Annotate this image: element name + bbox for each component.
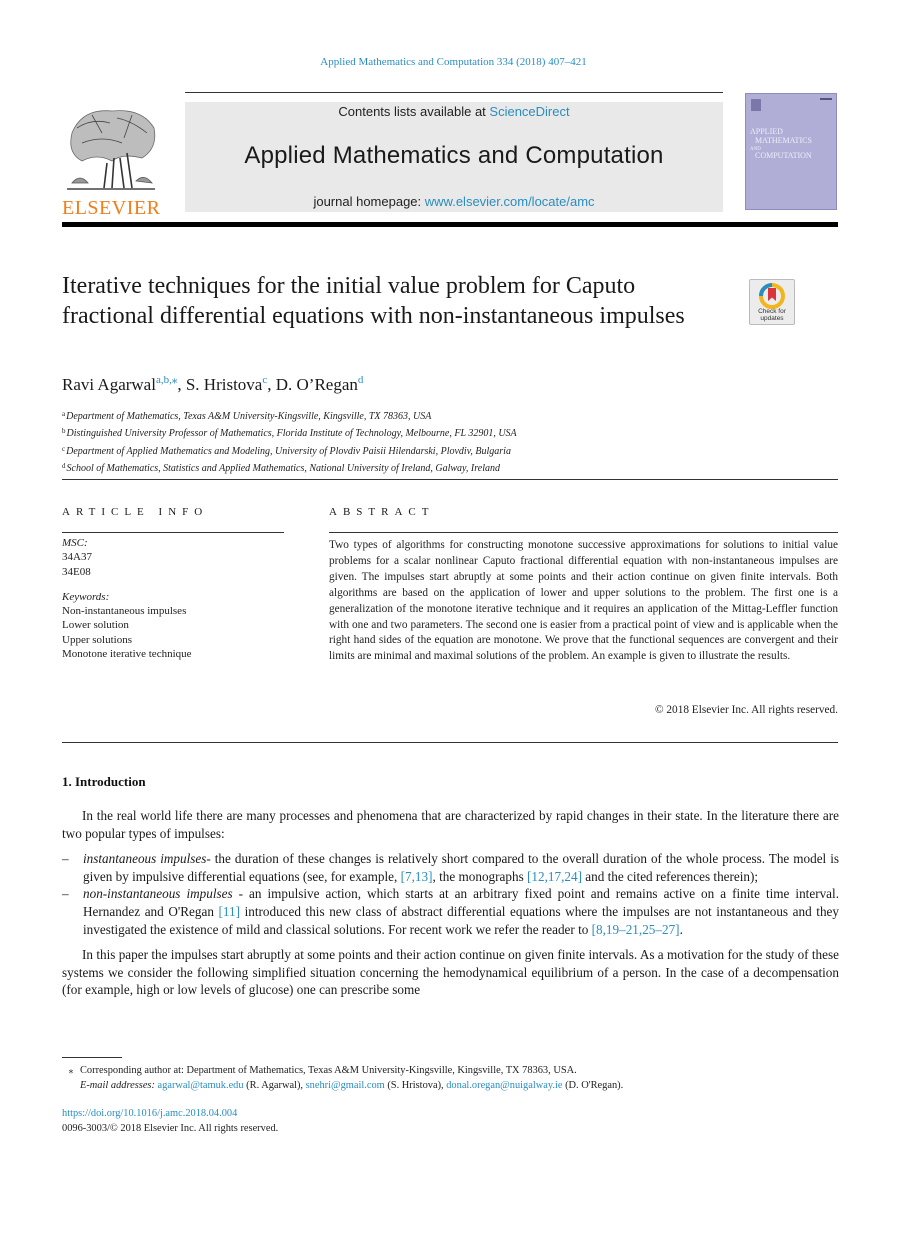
corresponding-author-text: Corresponding author at: Department of M… [80, 1065, 577, 1076]
doi-block: https://doi.org/10.1016/j.amc.2018.04.00… [62, 1107, 278, 1136]
list-term: non-instantaneous impulses [83, 886, 233, 902]
email-link[interactable]: agarwal@tamuk.edu [158, 1080, 244, 1091]
list-term: instantaneous impulses [83, 851, 207, 867]
elsevier-tree-icon [67, 110, 156, 190]
section-heading-introduction: 1. Introduction [62, 774, 146, 789]
affiliation-text: Department of Applied Mathematics and Mo… [66, 445, 511, 457]
list-item: – non-instantaneous impulses - an impulsi… [62, 885, 839, 938]
corresponding-author-note: ⁎ Corresponding author at: Department of … [62, 1063, 623, 1078]
article-info-body: MSC: 34A37 34E08 Keywords: Non-instantan… [62, 536, 284, 661]
affiliation-item: cDepartment of Applied Mathematics and M… [62, 442, 517, 459]
author-name[interactable]: D. O’Regan [276, 375, 358, 394]
cover-title-line-4: COMPUTATION [755, 151, 812, 160]
issn-copyright: 0096-3003/© 2018 Elsevier Inc. All right… [62, 1122, 279, 1134]
email-owner: (D. O'Regan). [562, 1080, 624, 1091]
keyword[interactable]: Monotone iterative technique [62, 647, 284, 661]
contents-availability: Contents lists available at ScienceDirec… [185, 104, 723, 119]
masthead-thick-rule [62, 222, 838, 227]
affiliation-text: Distinguished University Professor of Ma… [66, 428, 517, 440]
check-updates-icon [759, 283, 785, 309]
introduction-body: In the real world life there are many pr… [62, 807, 839, 999]
list-text: and the cited references therein); [581, 868, 759, 884]
elsevier-logo[interactable]: ELSEVIER [62, 103, 160, 218]
author-list: Ravi Agarwala,b,⁎, S. Hristovac, D. O’Re… [62, 374, 364, 394]
impulse-type-list: – instantaneous impulses- the duration of… [62, 850, 839, 938]
affiliation-item: bDistinguished University Professor of M… [62, 424, 517, 441]
affiliation-text: Department of Mathematics, Texas A&M Uni… [66, 411, 432, 422]
affiliation-list: aDepartment of Mathematics, Texas A&M Un… [62, 407, 517, 476]
msc-label: MSC: [62, 537, 88, 549]
abstract-text: Two types of algorithms for constructing… [329, 539, 838, 663]
footnote-asterisk: ⁎ [68, 1065, 74, 1075]
homepage-link[interactable]: www.elsevier.com/locate/amc [425, 194, 595, 209]
affiliation-item: dSchool of Mathematics, Statistics and A… [62, 459, 517, 476]
email-owner: (R. Agarwal), [243, 1080, 306, 1091]
author-affiliation-marks[interactable]: c [262, 374, 267, 386]
article-info-heading: ARTICLE INFO [62, 506, 209, 518]
check-for-updates-button[interactable]: Check for updates [749, 279, 795, 325]
affiliation-item: aDepartment of Mathematics, Texas A&M Un… [62, 407, 517, 424]
elsevier-wordmark: ELSEVIER [62, 197, 161, 219]
article-title: Iterative techniques for the initial val… [62, 273, 685, 329]
contents-prefix: Contents lists available at [338, 104, 490, 119]
paragraph: In this paper the impulses start abruptl… [62, 947, 839, 998]
citation-link[interactable]: [12,17,24] [527, 869, 582, 884]
affiliation-text: School of Mathematics, Statistics and Ap… [66, 462, 500, 474]
section-divider [62, 742, 838, 743]
paragraph: In the real world life there are many pr… [62, 808, 839, 841]
cover-title-line-2: MATHEMATICS [755, 136, 812, 145]
citation-link[interactable]: [11] [219, 904, 240, 919]
sciencedirect-link[interactable]: ScienceDirect [489, 104, 569, 119]
author-affiliation-marks[interactable]: a,b,⁎ [156, 374, 177, 386]
footnote-rule [62, 1057, 122, 1058]
citation-link[interactable]: [8,19–21,25–27] [592, 922, 680, 937]
footnotes: ⁎ Corresponding author at: Department of … [62, 1063, 623, 1093]
cover-title-line-1: APPLIED [750, 127, 783, 136]
list-text: . [679, 921, 683, 937]
header-rule [185, 92, 723, 93]
homepage-prefix: journal homepage: [313, 194, 425, 209]
journal-masthead: Contents lists available at ScienceDirec… [185, 102, 723, 212]
author-name[interactable]: S. Hristova [186, 375, 263, 394]
list-text: , the monographs [432, 868, 528, 884]
journal-cover-thumbnail[interactable]: APPLIED MATHEMATICS AND COMPUTATION [745, 93, 837, 210]
doi-link[interactable]: https://doi.org/10.1016/j.amc.2018.04.00… [62, 1108, 237, 1119]
abstract-heading: ABSTRACT [329, 506, 435, 518]
affiliation-mark: b [62, 427, 66, 436]
cover-logo-icon [751, 99, 761, 111]
email-label: E-mail addresses: [80, 1080, 158, 1091]
email-addresses: E-mail addresses: agarwal@tamuk.edu (R. … [62, 1078, 623, 1093]
email-link[interactable]: donal.oregan@nuigalway.ie [446, 1080, 562, 1091]
citation-link[interactable]: [7,13] [401, 869, 433, 884]
cover-issn-mark [820, 98, 832, 100]
affiliation-mark: a [62, 410, 66, 418]
author-name[interactable]: Ravi Agarwal [62, 375, 156, 394]
list-item: – instantaneous impulses- the duration of… [62, 850, 839, 885]
msc-code: 34A37 [62, 551, 92, 564]
journal-reference[interactable]: Applied Mathematics and Computation 334 … [0, 56, 907, 68]
msc-code: 34E08 [62, 565, 91, 578]
keywords-label: Keywords: [62, 590, 110, 603]
keyword[interactable]: Upper solutions [62, 633, 284, 647]
keyword[interactable]: Lower solution [62, 618, 284, 632]
affiliation-mark: c [62, 444, 66, 453]
section-divider [62, 479, 838, 480]
journal-title: Applied Mathematics and Computation [244, 142, 664, 169]
abstract-rule [329, 532, 838, 533]
email-link[interactable]: snehri@gmail.com [306, 1080, 385, 1091]
keyword[interactable]: Non-instantaneous impulses [62, 604, 284, 618]
list-dash: – [62, 886, 69, 902]
check-updates-label-2: updates [760, 314, 784, 322]
affiliation-mark: d [62, 461, 66, 470]
email-owner: (S. Hristova), [384, 1080, 447, 1091]
journal-homepage: journal homepage: www.elsevier.com/locat… [185, 194, 723, 209]
abstract-copyright: © 2018 Elsevier Inc. All rights reserved… [654, 704, 838, 716]
article-info-rule [62, 532, 284, 533]
author-affiliation-marks[interactable]: d [358, 374, 364, 386]
list-dash: – [62, 851, 69, 867]
